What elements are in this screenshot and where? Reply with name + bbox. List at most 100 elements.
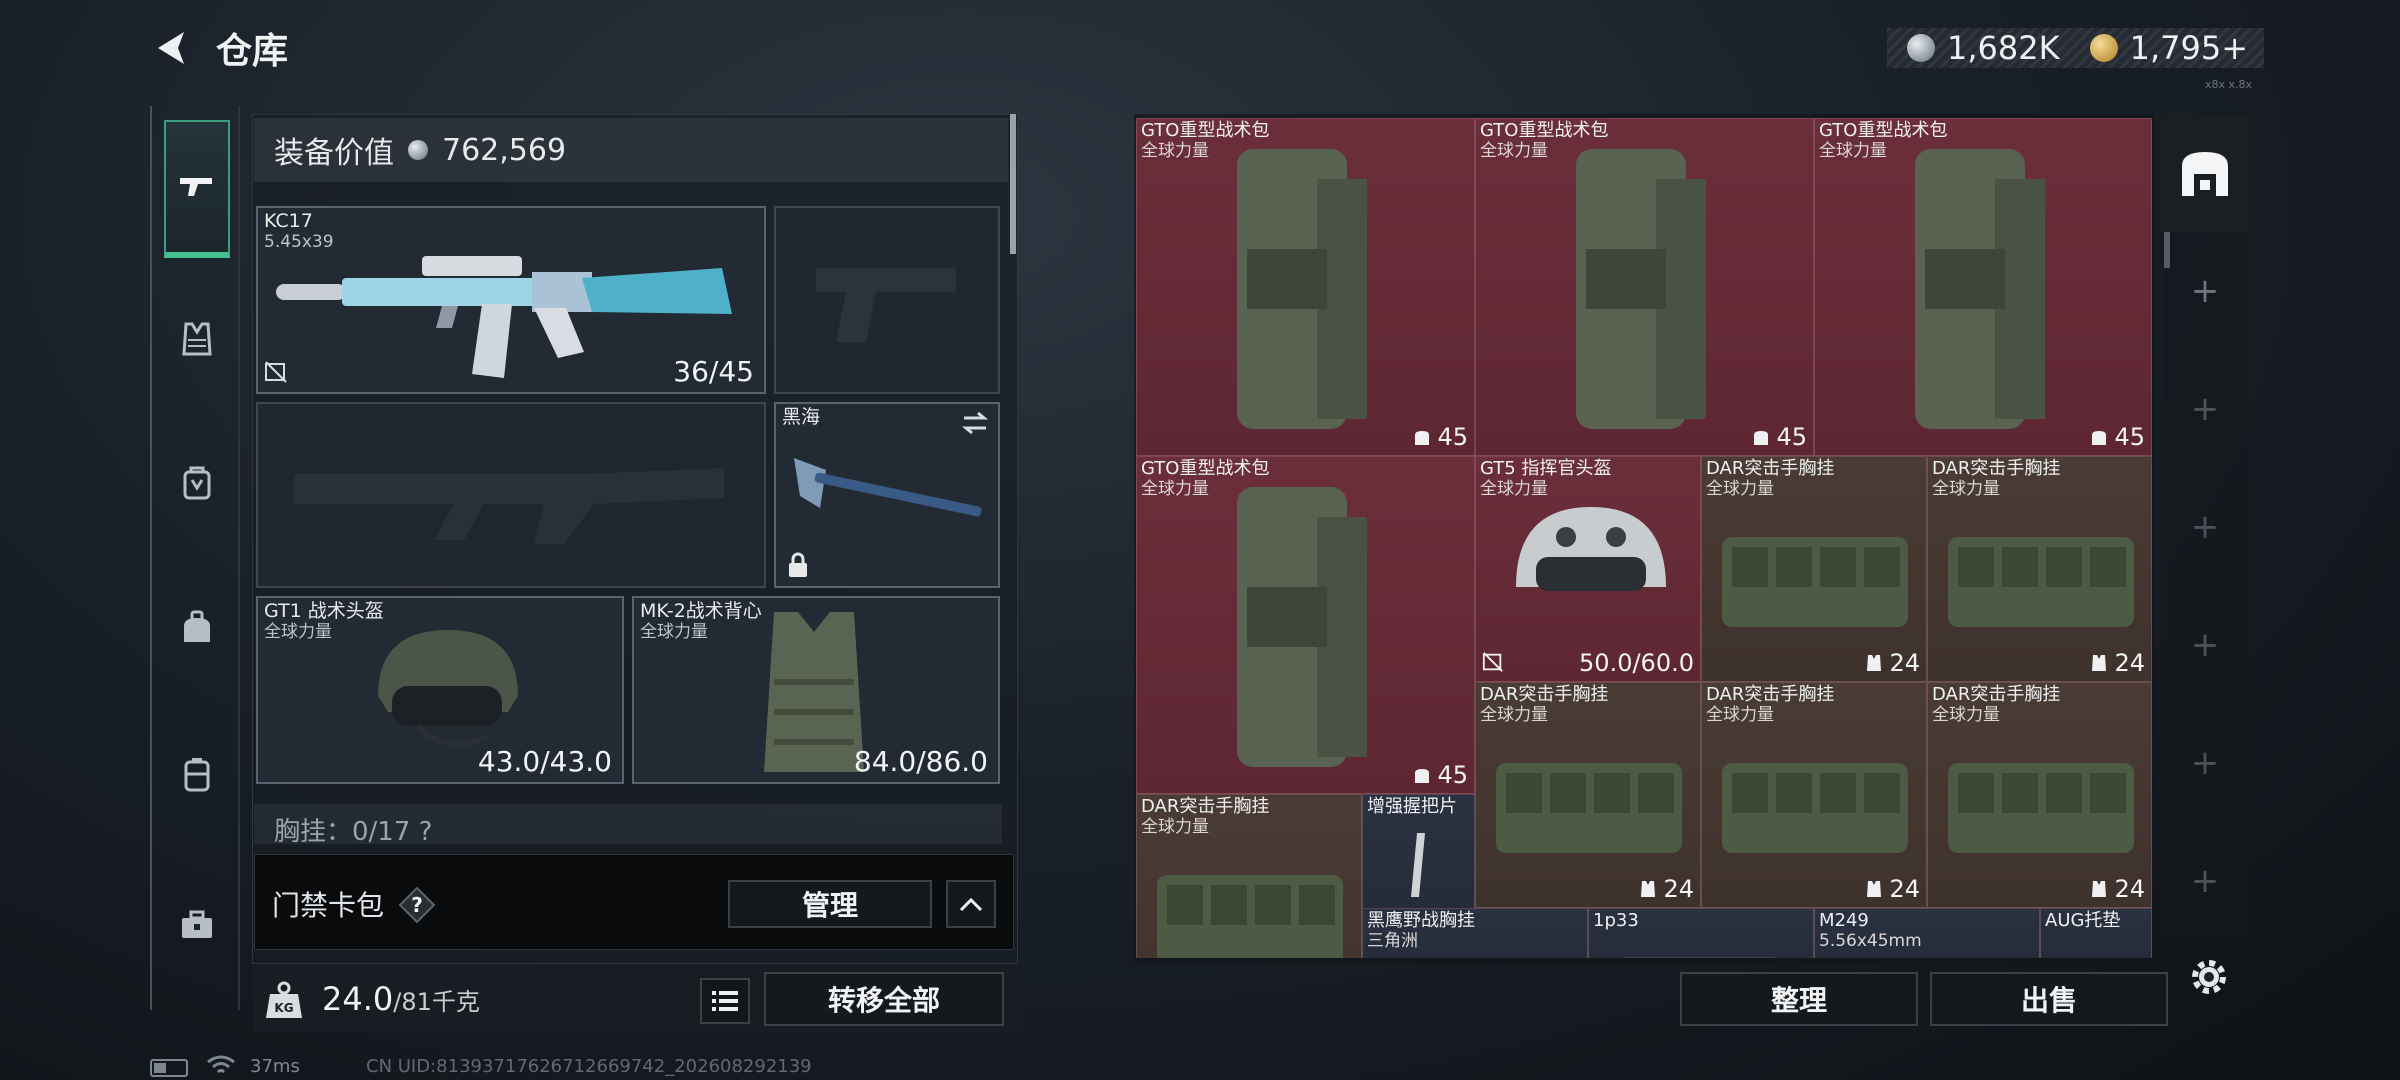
- list-view-button[interactable]: [700, 978, 750, 1024]
- weapon-ammo-count: 36/45: [673, 355, 754, 388]
- item-faction: 全球力量: [1819, 141, 1887, 161]
- stash-item[interactable]: M249 5.56x45mm: [1814, 908, 2040, 958]
- item-value: 45: [2090, 423, 2145, 451]
- vest-small-icon: [1867, 881, 1882, 897]
- nav-vest[interactable]: [164, 306, 230, 372]
- wifi-icon: [207, 1055, 235, 1074]
- back-arrow-icon[interactable]: [150, 26, 194, 70]
- stash-item[interactable]: AUG托垫: [2040, 908, 2152, 958]
- melee-name: 黑海: [782, 406, 821, 428]
- stash-tab-add-4[interactable]: +: [2162, 586, 2248, 704]
- helmet-image: [378, 630, 518, 747]
- item-value: 45: [1413, 761, 1468, 789]
- page-title: 仓库: [216, 31, 289, 72]
- stash-tab-main[interactable]: [2162, 114, 2248, 232]
- transfer-all-button[interactable]: 转移全部: [764, 972, 1004, 1026]
- stash-grid: GTO重型战术包 全球力量 45 GTO重型战术包 全球力量 45 GTO重型战…: [1136, 118, 2152, 958]
- equipment-value: 762,569: [442, 132, 567, 168]
- stash-item[interactable]: DAR突击手胸挂 全球力量 24: [1701, 682, 1927, 908]
- vest-icon: [182, 322, 212, 356]
- chest-rig-image: [1496, 763, 1682, 853]
- helmet-slot[interactable]: GT1 战术头盔 全球力量 43.0/43.0: [256, 596, 624, 784]
- equipment-value-label: 装备价值: [274, 136, 394, 171]
- help-icon[interactable]: ?: [398, 886, 436, 924]
- stash-item[interactable]: DAR突击手胸挂 全球力量 24: [1701, 456, 1927, 682]
- ping-text: 37ms: [250, 1056, 300, 1077]
- warehouse-icon: [2182, 152, 2228, 196]
- stash-tabs: + + + + + +: [2162, 114, 2248, 964]
- nav-case[interactable]: [164, 892, 230, 958]
- backpack-icon: [183, 466, 211, 500]
- item-name: 1p33: [1593, 910, 1639, 931]
- bag-weight-icon: [2092, 431, 2107, 445]
- collapse-button[interactable]: [946, 880, 996, 928]
- bag-weight-icon: [1754, 431, 1769, 445]
- stash-item[interactable]: DAR突击手胸挂 全球力量 24: [1927, 456, 2152, 682]
- rifle-image: [276, 256, 732, 378]
- nav-bag[interactable]: [164, 596, 230, 662]
- keycard-label: 门禁卡包: [272, 889, 385, 922]
- stash-tab-add-1[interactable]: +: [2162, 232, 2248, 350]
- lock-icon: [789, 552, 807, 577]
- stash-item[interactable]: GTO重型战术包 全球力量 45: [1475, 118, 1814, 456]
- item-name: DAR突击手胸挂: [1706, 684, 1835, 705]
- primary-weapon-slot[interactable]: KC17 5.45x39 36/45: [256, 206, 766, 394]
- stash-item[interactable]: 黑鹰野战胸挂 三角洲: [1362, 908, 1588, 958]
- manage-button[interactable]: 管理: [728, 880, 932, 928]
- chest-rig-image: [1948, 763, 2134, 853]
- stash-item[interactable]: GTO重型战术包 全球力量 45: [1814, 118, 2152, 456]
- grip-image: [1411, 833, 1425, 897]
- nav-backpack[interactable]: [164, 450, 230, 516]
- chest-rig-image: [1722, 537, 1908, 627]
- category-nav: [150, 106, 240, 1010]
- item-name: GTO重型战术包: [1141, 458, 1270, 479]
- stash-tab-add-2[interactable]: +: [2162, 350, 2248, 468]
- sort-button[interactable]: 整理: [1680, 972, 1918, 1026]
- no-durability-icon: [265, 361, 287, 383]
- item-value: 24: [2090, 875, 2145, 903]
- chest-rig-row[interactable]: 胸挂：0/17 ?: [254, 804, 1002, 844]
- stash-tab-add-5[interactable]: +: [2162, 704, 2248, 822]
- item-value: 24: [2090, 649, 2145, 677]
- gear-icon[interactable]: [2186, 954, 2232, 1000]
- plus-icon: +: [2190, 861, 2220, 901]
- weight-max: /81千克: [393, 988, 480, 1016]
- stash-item[interactable]: DAR突击手胸挂 全球力量: [1136, 794, 1362, 958]
- item-name: DAR突击手胸挂: [1706, 458, 1835, 479]
- secondary-weapon-slot[interactable]: [256, 402, 766, 588]
- plus-icon: +: [2190, 625, 2220, 665]
- stash-item[interactable]: GTO重型战术包 全球力量 45: [1136, 118, 1475, 456]
- case-icon: [182, 910, 212, 938]
- stash-item[interactable]: DAR突击手胸挂 全球力量 24: [1475, 682, 1701, 908]
- nav-container[interactable]: [164, 742, 230, 808]
- item-faction: 全球力量: [1480, 141, 1548, 161]
- armor-slot[interactable]: MK-2战术背心 全球力量 84.0/86.0: [632, 596, 1000, 784]
- stash-item[interactable]: GT5 指挥官头盔 全球力量 50.0/60.0: [1475, 456, 1701, 682]
- backpack-image: [1915, 149, 2045, 429]
- stash-item[interactable]: GTO重型战术包 全球力量 45: [1136, 456, 1475, 794]
- stash-item[interactable]: DAR突击手胸挂 全球力量 24: [1927, 682, 2152, 908]
- item-faction: 全球力量: [1932, 705, 2000, 725]
- vest-small-icon: [2092, 655, 2107, 671]
- equipment-scrollbar[interactable]: [1010, 114, 1016, 254]
- melee-slot[interactable]: 黑海: [774, 402, 1000, 588]
- stash-tab-add-3[interactable]: +: [2162, 468, 2248, 586]
- rifle-placeholder-icon: [294, 468, 724, 544]
- armor-name: MK-2战术背心: [640, 600, 762, 622]
- battery-icon: [150, 1059, 188, 1077]
- nav-firearms[interactable]: [164, 120, 230, 258]
- stash-tab-add-6[interactable]: +: [2162, 822, 2248, 940]
- svg-text:?: ?: [411, 893, 423, 917]
- scope-image: [1621, 957, 1777, 958]
- silver-coin-icon: [408, 140, 428, 160]
- swap-icon[interactable]: [960, 410, 990, 436]
- bag-icon: [184, 610, 210, 642]
- uid-text: CN UID:8139371762671266974​2_20260829213…: [366, 1056, 812, 1077]
- item-faction: 全球力量: [1706, 705, 1774, 725]
- version-text: x8x x.8x: [2204, 78, 2252, 91]
- stash-item[interactable]: 1p33: [1588, 908, 1814, 958]
- item-faction: 全球力量: [1141, 141, 1209, 161]
- currency-display[interactable]: 1,682K 1,795+: [1886, 28, 2264, 68]
- sell-button[interactable]: 出售: [1930, 972, 2168, 1026]
- pistol-slot[interactable]: [774, 206, 1000, 394]
